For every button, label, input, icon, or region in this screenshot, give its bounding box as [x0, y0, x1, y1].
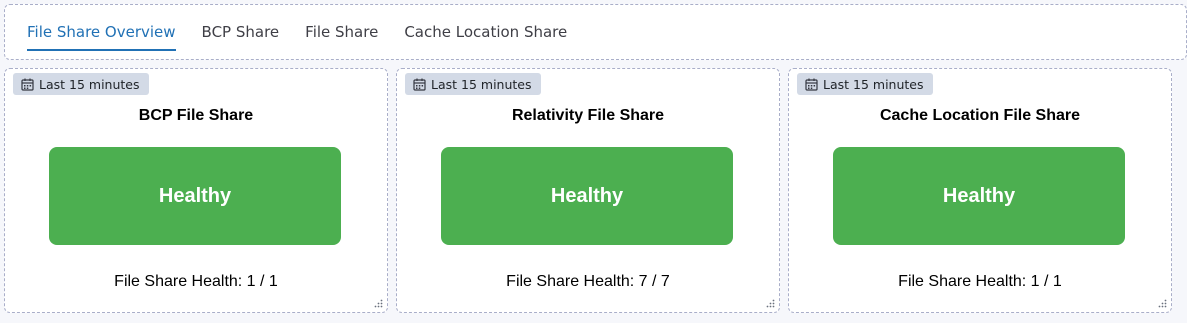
resize-handle-icon[interactable]	[374, 299, 383, 308]
status-text: Healthy	[550, 184, 624, 207]
panel-title: BCP File Share	[138, 107, 254, 124]
time-range-badge[interactable]: Last 15 minutes	[405, 73, 541, 95]
tab-file-share-overview[interactable]: File Share Overview	[27, 5, 176, 53]
panel-relativity-file-share: Last 15 minutes Relativity File Share He…	[396, 68, 780, 313]
resize-handle-icon[interactable]	[766, 299, 775, 308]
status-text: Healthy	[158, 184, 232, 207]
calendar-icon	[805, 78, 818, 91]
health-metric: File Share Health: 7 / 7	[506, 273, 670, 290]
status-tile: Healthy	[49, 147, 341, 245]
health-metric: File Share Health: 1 / 1	[898, 273, 1062, 290]
time-range-label: Last 15 minutes	[39, 76, 140, 92]
panel-bcp-file-share: Last 15 minutes BCP File Share Healthy F…	[4, 68, 388, 313]
panel-title: Cache Location File Share	[879, 107, 1081, 124]
time-range-label: Last 15 minutes	[823, 76, 924, 92]
calendar-icon	[21, 78, 34, 91]
tab-list: File Share Overview BCP Share File Share…	[27, 5, 593, 61]
panel-cache-location-file-share: Last 15 minutes Cache Location File Shar…	[788, 68, 1172, 313]
time-range-badge[interactable]: Last 15 minutes	[13, 73, 149, 95]
tabs-panel: File Share Overview BCP Share File Share…	[4, 4, 1187, 60]
status-text: Healthy	[942, 184, 1016, 207]
tab-bcp-share[interactable]: BCP Share	[202, 5, 280, 53]
tab-cache-location-share[interactable]: Cache Location Share	[404, 5, 567, 53]
time-range-label: Last 15 minutes	[431, 76, 532, 92]
calendar-icon	[413, 78, 426, 91]
status-tile: Healthy	[441, 147, 733, 245]
time-range-badge[interactable]: Last 15 minutes	[797, 73, 933, 95]
status-tile: Healthy	[833, 147, 1125, 245]
health-metric: File Share Health: 1 / 1	[114, 273, 278, 290]
resize-handle-icon[interactable]	[1158, 299, 1167, 308]
panel-title: Relativity File Share	[511, 107, 665, 124]
tab-file-share[interactable]: File Share	[305, 5, 378, 53]
